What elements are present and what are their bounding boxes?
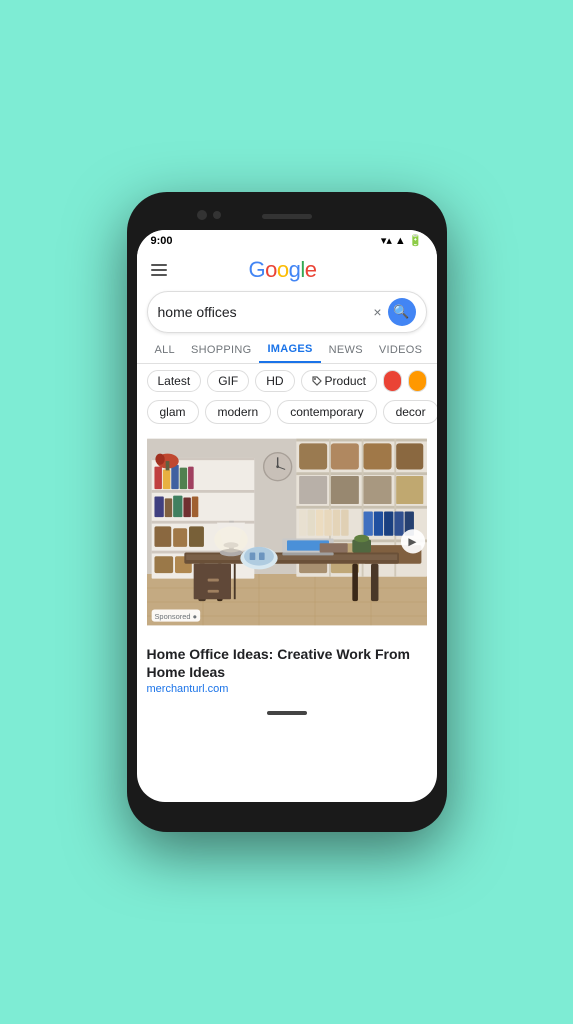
front-camera-2 xyxy=(213,211,221,219)
svg-text:▶: ▶ xyxy=(408,537,416,548)
tab-videos[interactable]: VIDEOS xyxy=(371,338,430,362)
filter-product-label: Product xyxy=(325,374,366,388)
tab-news[interactable]: NEWS xyxy=(321,338,371,362)
phone-bottom-bar xyxy=(137,703,437,723)
filter-color-orange[interactable] xyxy=(408,370,427,392)
svg-text:Sponsored ●: Sponsored ● xyxy=(154,612,197,621)
google-letter-e: e xyxy=(305,257,317,282)
battery-icon: 🔋 xyxy=(409,234,423,247)
result-info: Home Office Ideas: Creative Work From Ho… xyxy=(137,637,437,703)
status-bar: 9:00 ▾▴ ▲ 🔋 xyxy=(137,230,437,249)
filters-row: Latest GIF HD Product xyxy=(137,364,437,398)
search-icon: 🔍 xyxy=(393,304,409,320)
google-header: Google xyxy=(137,249,437,287)
google-letter-g2: g xyxy=(289,257,301,282)
suggestion-contemporary[interactable]: contemporary xyxy=(277,400,376,424)
suggestion-glam[interactable]: glam xyxy=(147,400,199,424)
tab-all[interactable]: ALL xyxy=(147,338,183,362)
tab-shopping[interactable]: SHOPPING xyxy=(183,338,259,362)
search-tabs: ALL SHOPPING IMAGES NEWS VIDEOS xyxy=(137,337,437,364)
search-submit-button[interactable]: 🔍 xyxy=(388,298,416,326)
tab-images[interactable]: IMAGES xyxy=(259,337,320,363)
tag-icon xyxy=(312,376,322,386)
status-icons: ▾▴ ▲ 🔋 xyxy=(381,234,423,247)
phone-device: 9:00 ▾▴ ▲ 🔋 Google home offices × xyxy=(127,192,447,832)
phone-screen: 9:00 ▾▴ ▲ 🔋 Google home offices × xyxy=(137,230,437,802)
suggestion-modern[interactable]: modern xyxy=(205,400,272,424)
google-logo: Google xyxy=(248,257,316,283)
filter-gif[interactable]: GIF xyxy=(207,370,249,392)
suggestion-decor[interactable]: decor xyxy=(383,400,437,424)
image-result-area[interactable]: Sponsored ● ▶ xyxy=(147,432,427,637)
google-letter-g1: G xyxy=(248,257,265,282)
front-camera-1 xyxy=(197,210,207,220)
search-query-text: home offices xyxy=(158,304,368,320)
suggestions-row: glam modern contemporary decor xyxy=(137,398,437,432)
home-indicator[interactable] xyxy=(267,711,307,715)
search-clear-button[interactable]: × xyxy=(367,304,387,320)
status-time: 9:00 xyxy=(151,235,173,247)
filter-latest[interactable]: Latest xyxy=(147,370,202,392)
hamburger-line-3 xyxy=(151,274,167,276)
hamburger-menu[interactable] xyxy=(151,264,167,276)
speaker xyxy=(262,214,312,219)
google-letter-o2: o xyxy=(277,257,289,282)
google-letter-o1: o xyxy=(265,257,277,282)
filter-hd[interactable]: HD xyxy=(255,370,294,392)
result-title[interactable]: Home Office Ideas: Creative Work From Ho… xyxy=(147,645,427,681)
phone-notch xyxy=(137,202,437,230)
result-url[interactable]: merchanturl.com xyxy=(147,683,427,695)
filter-color-red[interactable] xyxy=(383,370,402,392)
search-bar[interactable]: home offices × 🔍 xyxy=(147,291,427,333)
signal-icon: ▲ xyxy=(395,235,406,247)
office-image: Sponsored ● ▶ xyxy=(147,432,427,632)
hamburger-line-1 xyxy=(151,264,167,266)
wifi-icon: ▾▴ xyxy=(381,234,392,247)
filter-product[interactable]: Product xyxy=(301,370,377,392)
hamburger-line-2 xyxy=(151,269,167,271)
